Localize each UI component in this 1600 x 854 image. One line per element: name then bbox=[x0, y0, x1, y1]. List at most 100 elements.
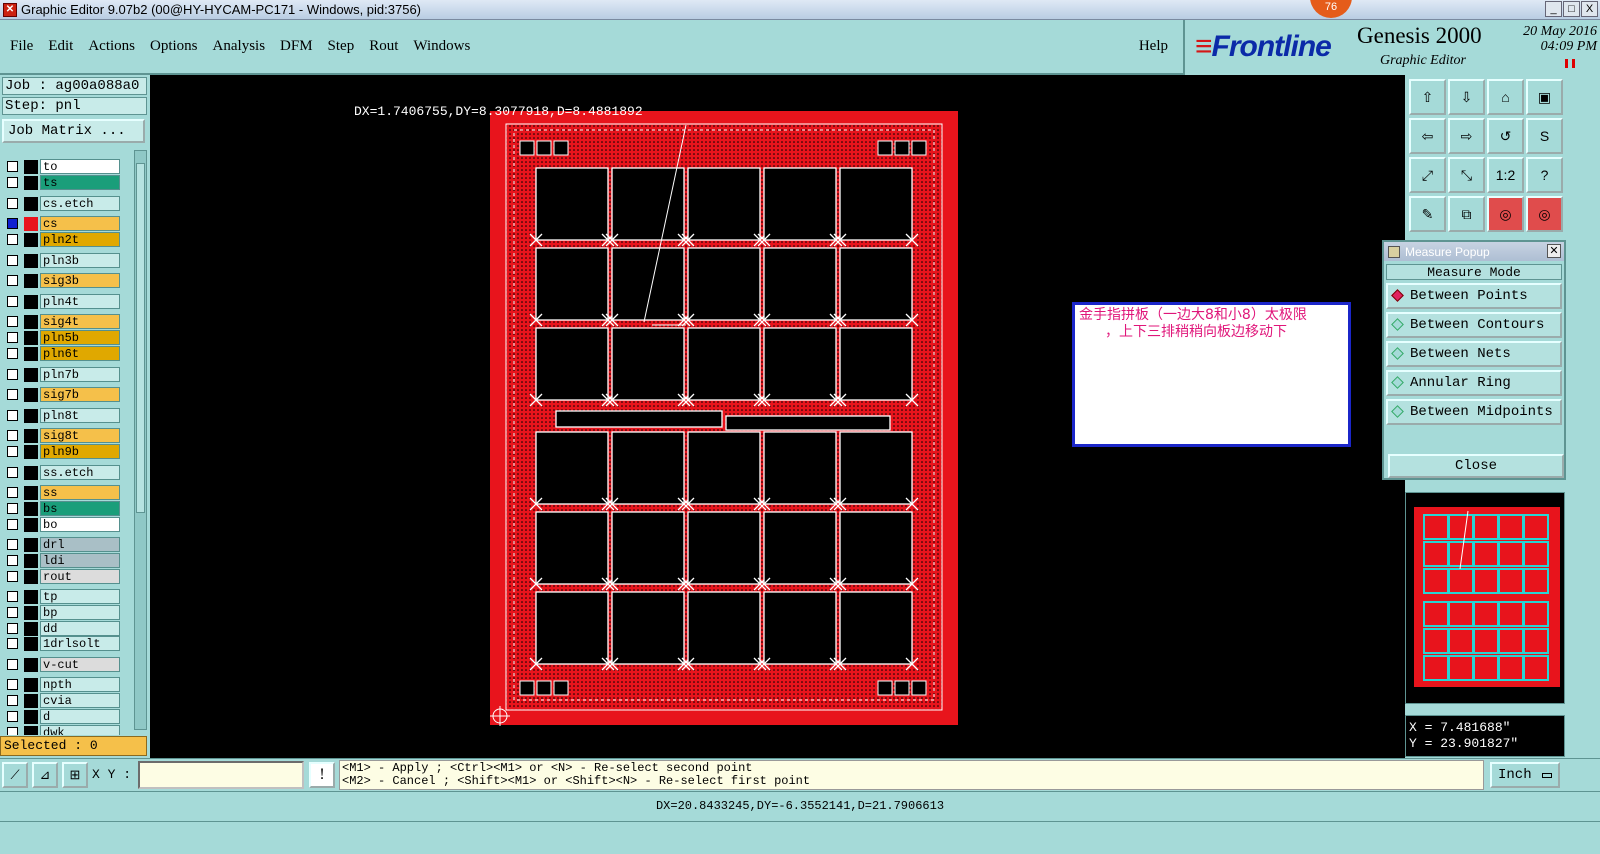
close-button[interactable]: Close bbox=[1388, 454, 1564, 478]
tool-button-5-icon[interactable]: ⇨ bbox=[1448, 118, 1485, 154]
layer-row-bp[interactable]: bp bbox=[2, 605, 120, 620]
layer-checkbox[interactable] bbox=[7, 503, 18, 514]
layer-row-rout[interactable]: rout bbox=[2, 569, 120, 584]
layer-checkbox[interactable] bbox=[7, 659, 18, 670]
layer-checkbox[interactable] bbox=[7, 348, 18, 359]
menu-edit[interactable]: Edit bbox=[48, 38, 73, 55]
layer-color-swatch[interactable] bbox=[24, 346, 38, 361]
tool-button-13-icon[interactable]: ⧉ bbox=[1448, 196, 1485, 232]
close-window-button[interactable]: X bbox=[1581, 1, 1598, 17]
layer-color-swatch[interactable] bbox=[24, 677, 38, 692]
layer-name[interactable]: pln8t bbox=[40, 408, 120, 423]
layer-checkbox[interactable] bbox=[7, 695, 18, 706]
layer-name[interactable]: pln4t bbox=[40, 294, 120, 309]
menu-options[interactable]: Options bbox=[150, 38, 198, 55]
layer-checkbox[interactable] bbox=[7, 161, 18, 172]
tool-button-14-icon[interactable]: ◎ bbox=[1487, 196, 1524, 232]
layer-row-pln2t[interactable]: pln2t bbox=[2, 232, 120, 247]
layer-color-swatch[interactable] bbox=[24, 465, 38, 480]
popup-close-icon[interactable]: ✕ bbox=[1547, 244, 1561, 258]
layer-row-pln7b[interactable]: pln7b bbox=[2, 367, 120, 382]
layer-name[interactable]: sig4t bbox=[40, 314, 120, 329]
layer-name[interactable]: bo bbox=[40, 517, 120, 532]
layer-row-bs[interactable]: bs bbox=[2, 501, 120, 516]
layer-name[interactable]: cs bbox=[40, 216, 120, 231]
layer-color-swatch[interactable] bbox=[24, 216, 38, 231]
layer-name[interactable]: dd bbox=[40, 621, 120, 636]
layer-row-to[interactable]: to bbox=[2, 159, 120, 174]
layer-color-swatch[interactable] bbox=[24, 725, 38, 735]
layer-row-1drlsolt[interactable]: 1drlsolt bbox=[2, 636, 120, 651]
layer-checkbox[interactable] bbox=[7, 467, 18, 478]
layer-color-swatch[interactable] bbox=[24, 232, 38, 247]
layer-row-dd[interactable]: dd bbox=[2, 621, 120, 636]
tool-button-2-icon[interactable]: ⌂ bbox=[1487, 79, 1524, 115]
scrollbar-thumb[interactable] bbox=[136, 163, 145, 513]
layer-color-swatch[interactable] bbox=[24, 294, 38, 309]
layer-color-swatch[interactable] bbox=[24, 196, 38, 211]
layer-name[interactable]: npth bbox=[40, 677, 120, 692]
snap-icon[interactable]: ⟋ bbox=[2, 762, 28, 788]
layer-checkbox[interactable] bbox=[7, 198, 18, 209]
layer-row-pln8t[interactable]: pln8t bbox=[2, 408, 120, 423]
layer-row-v-cut[interactable]: v-cut bbox=[2, 657, 120, 672]
layer-name[interactable]: d bbox=[40, 709, 120, 724]
layer-name[interactable]: pln7b bbox=[40, 367, 120, 382]
layer-name[interactable]: cvia bbox=[40, 693, 120, 708]
layer-checkbox[interactable] bbox=[7, 296, 18, 307]
layer-checkbox[interactable] bbox=[7, 539, 18, 550]
layer-row-ldi[interactable]: ldi bbox=[2, 553, 120, 568]
layer-color-swatch[interactable] bbox=[24, 709, 38, 724]
menu-analysis[interactable]: Analysis bbox=[213, 38, 266, 55]
layer-checkbox[interactable] bbox=[7, 591, 18, 602]
tool-button-8-icon[interactable]: ⤢ bbox=[1409, 157, 1446, 193]
layer-name[interactable]: 1drlsolt bbox=[40, 636, 120, 651]
menu-actions[interactable]: Actions bbox=[88, 38, 135, 55]
layer-name[interactable]: pln2t bbox=[40, 232, 120, 247]
layer-name[interactable]: v-cut bbox=[40, 657, 120, 672]
layer-color-swatch[interactable] bbox=[24, 517, 38, 532]
layer-color-swatch[interactable] bbox=[24, 175, 38, 190]
tool-button-9-icon[interactable]: ⤡ bbox=[1448, 157, 1485, 193]
menu-windows[interactable]: Windows bbox=[413, 38, 470, 55]
layer-color-swatch[interactable] bbox=[24, 621, 38, 636]
layer-color-swatch[interactable] bbox=[24, 485, 38, 500]
layer-color-swatch[interactable] bbox=[24, 553, 38, 568]
layer-color-swatch[interactable] bbox=[24, 428, 38, 443]
layer-color-swatch[interactable] bbox=[24, 569, 38, 584]
layer-checkbox[interactable] bbox=[7, 607, 18, 618]
layer-checkbox[interactable] bbox=[7, 487, 18, 498]
tool-button-15-icon[interactable]: ◎ bbox=[1526, 196, 1563, 232]
layer-name[interactable]: ldi bbox=[40, 553, 120, 568]
layer-checkbox[interactable] bbox=[7, 623, 18, 634]
layer-color-swatch[interactable] bbox=[24, 330, 38, 345]
exclamation-button[interactable]: ! bbox=[309, 762, 335, 788]
layer-color-swatch[interactable] bbox=[24, 387, 38, 402]
layer-row-cs[interactable]: cs bbox=[2, 216, 120, 231]
layer-row-sig3b[interactable]: sig3b bbox=[2, 273, 120, 288]
layer-checkbox[interactable] bbox=[7, 332, 18, 343]
layer-row-tp[interactable]: tp bbox=[2, 589, 120, 604]
layer-checkbox[interactable] bbox=[7, 571, 18, 582]
layer-color-swatch[interactable] bbox=[24, 693, 38, 708]
layer-name[interactable]: sig8t bbox=[40, 428, 120, 443]
layer-row-drl[interactable]: drl bbox=[2, 537, 120, 552]
tool-button-6-icon[interactable]: ↺ bbox=[1487, 118, 1524, 154]
measure-option-2[interactable]: Between Nets bbox=[1386, 341, 1562, 367]
layer-color-swatch[interactable] bbox=[24, 159, 38, 174]
layer-checkbox[interactable] bbox=[7, 430, 18, 441]
layer-color-swatch[interactable] bbox=[24, 605, 38, 620]
menu-help[interactable]: Help bbox=[1139, 38, 1168, 55]
maximize-button[interactable]: □ bbox=[1563, 1, 1580, 17]
layer-checkbox[interactable] bbox=[7, 255, 18, 266]
tool-button-1-icon[interactable]: ⇩ bbox=[1448, 79, 1485, 115]
layer-checkbox[interactable] bbox=[7, 234, 18, 245]
layer-row-pln5b[interactable]: pln5b bbox=[2, 330, 120, 345]
layer-checkbox[interactable] bbox=[7, 727, 18, 735]
layer-checkbox[interactable] bbox=[7, 555, 18, 566]
minimap-drawing[interactable] bbox=[1406, 493, 1566, 705]
xy-input[interactable] bbox=[138, 761, 304, 789]
layer-checkbox[interactable] bbox=[7, 218, 18, 229]
layer-name[interactable]: pln5b bbox=[40, 330, 120, 345]
layer-name[interactable]: to bbox=[40, 159, 120, 174]
